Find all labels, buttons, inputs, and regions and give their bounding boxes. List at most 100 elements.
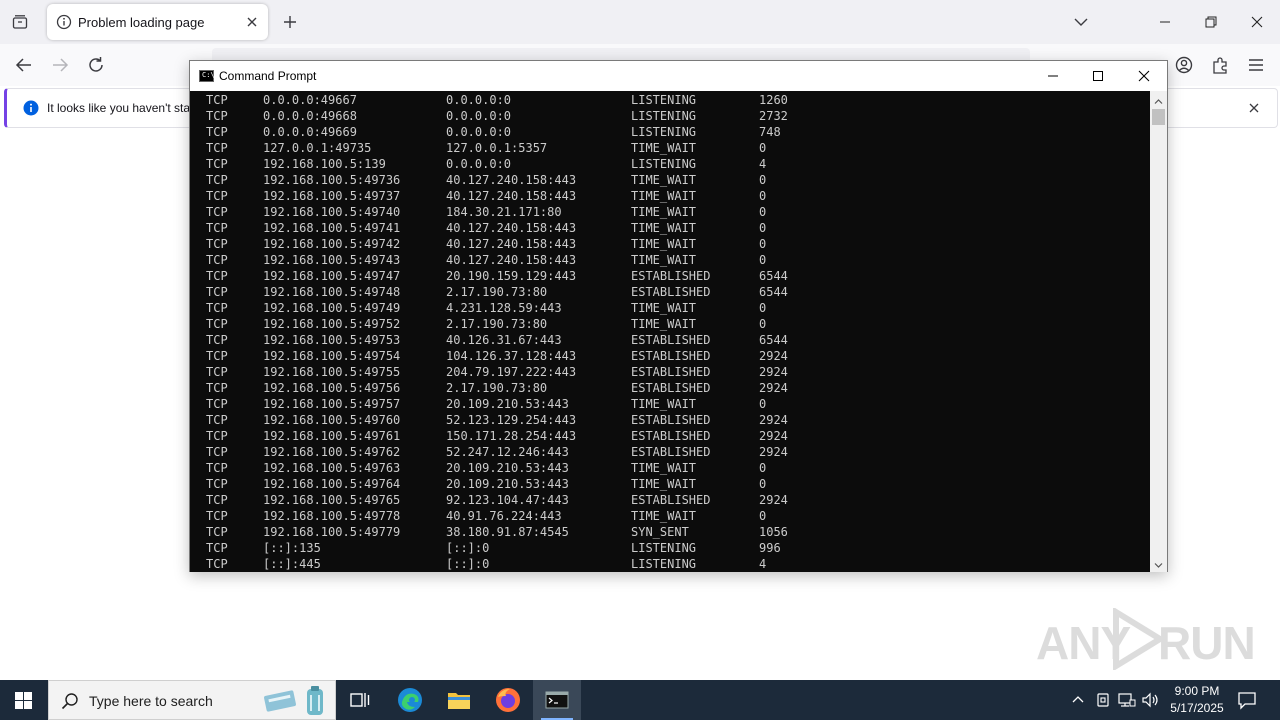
command-prompt-window[interactable]: C:\_ Command Prompt TCP 0.0.0.0:49667 0.0.…: [189, 60, 1168, 572]
tab-list-icon[interactable]: [8, 10, 32, 34]
netstat-protocol: TCP: [206, 333, 228, 347]
netstat-pid: 6544: [759, 269, 788, 283]
volume-icon[interactable]: [1140, 690, 1160, 710]
reload-icon[interactable]: [85, 54, 107, 76]
netstat-row: TCP 192.168.100.5:49742 40.127.240.158:443…: [190, 236, 1150, 252]
netstat-foreign-address: 20.109.210.53:443: [446, 397, 569, 411]
console-output[interactable]: TCP 0.0.0.0:49667 0.0.0.0:0 LISTENING 1260 TC…: [190, 91, 1150, 572]
netstat-foreign-address: [::]:0: [446, 541, 490, 555]
close-infobar-icon[interactable]: [1247, 101, 1261, 115]
netstat-state: ESTABLISHED: [631, 413, 711, 427]
windows-taskbar: Type here to search 9:00 PM 5/17/2025: [0, 680, 1280, 720]
firefox-icon: [496, 688, 520, 712]
netstat-local-address: 192.168.100.5:139: [263, 157, 386, 171]
netstat-row: TCP 192.168.100.5:49778 40.91.76.224:443 TI…: [190, 508, 1150, 524]
taskbar-command-prompt[interactable]: [533, 680, 581, 720]
netstat-protocol: TCP: [206, 109, 228, 123]
netstat-pid: 1056: [759, 525, 788, 539]
netstat-foreign-address: 40.127.240.158:443: [446, 173, 577, 187]
netstat-state: ESTABLISHED: [631, 429, 711, 443]
netstat-pid: 0: [759, 317, 767, 331]
scroll-up-icon[interactable]: [1153, 94, 1164, 105]
netstat-protocol: TCP: [206, 125, 228, 139]
netstat-foreign-address: 20.109.210.53:443: [446, 477, 569, 491]
netstat-pid: 1260: [759, 93, 788, 107]
netstat-foreign-address: 40.126.31.67:443: [446, 333, 562, 347]
netstat-state: TIME_WAIT: [631, 237, 697, 251]
device-icon[interactable]: [1093, 690, 1113, 710]
cmd-title-bar[interactable]: C:\_ Command Prompt: [190, 61, 1167, 91]
netstat-state: ESTABLISHED: [631, 381, 711, 395]
netstat-row: TCP 192.168.100.5:139 0.0.0.0:0 LISTENING 4: [190, 156, 1150, 172]
netstat-foreign-address: 40.127.240.158:443: [446, 221, 577, 235]
netstat-row: TCP 192.168.100.5:49743 40.127.240.158:443…: [190, 252, 1150, 268]
netstat-row: TCP 192.168.100.5:49736 40.127.240.158:443…: [190, 172, 1150, 188]
cmd-minimize-icon[interactable]: [1045, 68, 1061, 84]
netstat-local-address: 192.168.100.5:49762: [263, 445, 401, 459]
netstat-pid: 2924: [759, 365, 788, 379]
netstat-row: TCP 0.0.0.0:49669 0.0.0.0:0 LISTENING 748: [190, 124, 1150, 140]
anyrun-watermark: ANY RUN: [1036, 606, 1256, 672]
taskbar-file-explorer[interactable]: [435, 680, 483, 720]
cmd-window-title: Command Prompt: [219, 69, 317, 83]
netstat-local-address: 192.168.100.5:49743: [263, 253, 401, 267]
search-placeholder: Type here to search: [89, 693, 213, 709]
close-tab-icon[interactable]: [244, 14, 260, 30]
netstat-row: TCP 192.168.100.5:49762 52.247.12.246:443 E…: [190, 444, 1150, 460]
taskbar-firefox[interactable]: [484, 680, 532, 720]
netstat-protocol: TCP: [206, 317, 228, 331]
netstat-protocol: TCP: [206, 157, 228, 171]
scroll-thumb[interactable]: [1152, 109, 1165, 125]
close-window-icon[interactable]: [1247, 12, 1267, 32]
scroll-down-icon[interactable]: [1153, 558, 1164, 569]
new-tab-icon[interactable]: [280, 12, 300, 32]
task-view-button[interactable]: [336, 680, 384, 720]
taskbar-clock[interactable]: 9:00 PM 5/17/2025: [1162, 683, 1232, 717]
netstat-foreign-address: 40.127.240.158:443: [446, 189, 577, 203]
taskbar-edge[interactable]: [386, 680, 434, 720]
netstat-row: TCP 192.168.100.5:49740 184.30.21.171:80 TI…: [190, 204, 1150, 220]
netstat-pid: 0: [759, 397, 767, 411]
netstat-state: TIME_WAIT: [631, 509, 697, 523]
netstat-protocol: TCP: [206, 397, 228, 411]
edge-icon: [398, 688, 422, 712]
start-button[interactable]: [0, 680, 48, 720]
netstat-local-address: [::]:135: [263, 541, 321, 555]
cmd-maximize-icon[interactable]: [1090, 68, 1106, 84]
menu-icon[interactable]: [1245, 54, 1267, 76]
cmd-close-icon[interactable]: [1136, 68, 1152, 84]
netstat-foreign-address: 92.123.104.47:443: [446, 493, 569, 507]
netstat-local-address: 192.168.100.5:49748: [263, 285, 401, 299]
netstat-state: TIME_WAIT: [631, 189, 697, 203]
chevron-up-icon[interactable]: [1068, 690, 1088, 710]
netstat-foreign-address: 52.123.129.254:443: [446, 413, 577, 427]
netstat-protocol: TCP: [206, 237, 228, 251]
netstat-row: TCP 192.168.100.5:49754 104.126.37.128:443…: [190, 348, 1150, 364]
netstat-row: TCP 192.168.100.5:49741 40.127.240.158:443…: [190, 220, 1150, 236]
netstat-local-address: 0.0.0.0:49669: [263, 125, 357, 139]
cmd-scrollbar[interactable]: [1150, 91, 1167, 572]
netstat-pid: 2924: [759, 413, 788, 427]
info-circle-icon: [56, 14, 72, 30]
chevron-down-icon[interactable]: [1072, 13, 1090, 31]
restore-icon[interactable]: [1201, 12, 1221, 32]
extensions-icon[interactable]: [1209, 54, 1231, 76]
netstat-row: TCP 192.168.100.5:49755 204.79.197.222:443…: [190, 364, 1150, 380]
back-arrow-icon[interactable]: [13, 54, 35, 76]
minimize-icon[interactable]: [1155, 12, 1175, 32]
notification-icon[interactable]: [1236, 690, 1258, 710]
account-icon[interactable]: [1173, 54, 1195, 76]
netstat-protocol: TCP: [206, 349, 228, 363]
network-icon[interactable]: [1116, 690, 1136, 710]
info-filled-icon: [23, 100, 39, 116]
netstat-protocol: TCP: [206, 189, 228, 203]
taskbar-search-box[interactable]: Type here to search: [48, 680, 336, 720]
netstat-foreign-address: 184.30.21.171:80: [446, 205, 562, 219]
netstat-local-address: 192.168.100.5:49763: [263, 461, 401, 475]
netstat-state: TIME_WAIT: [631, 141, 697, 155]
forward-arrow-icon[interactable]: [49, 54, 71, 76]
tab-problem-loading[interactable]: Problem loading page: [47, 4, 268, 40]
netstat-protocol: TCP: [206, 381, 228, 395]
netstat-local-address: [::]:445: [263, 557, 321, 571]
netstat-state: ESTABLISHED: [631, 365, 711, 379]
